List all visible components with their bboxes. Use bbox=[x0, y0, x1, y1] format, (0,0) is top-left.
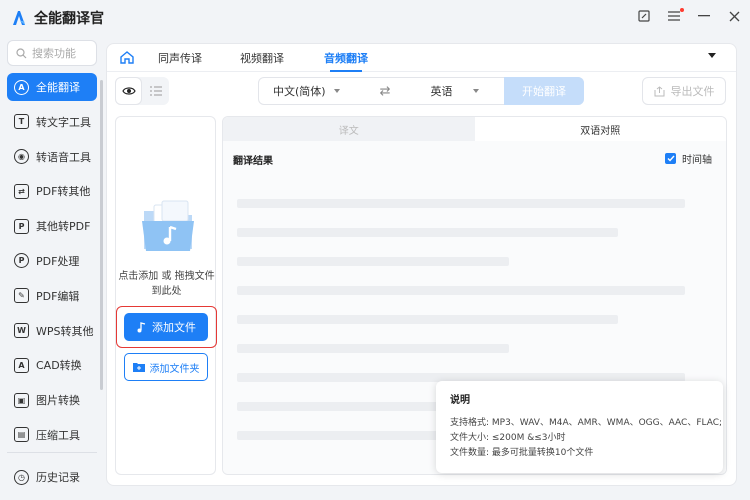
audio-folder-icon bbox=[140, 199, 196, 253]
music-note-icon bbox=[137, 321, 146, 332]
tab-audio[interactable]: 音频翻译 bbox=[324, 44, 368, 72]
wps-icon: W bbox=[14, 323, 29, 339]
placeholder-line bbox=[237, 286, 685, 295]
info-count: 文件数量: 最多可批量转换10个文件 bbox=[450, 448, 594, 458]
eye-icon[interactable] bbox=[115, 77, 142, 105]
sidebar: 搜索功能 A 全能翻译 T 转文字工具 ◉ 转语音工具 ⇄ PDF转其他 P 其他转PDF… bbox=[0, 36, 104, 500]
sidebar-item-to-speech[interactable]: ◉ 转语音工具 bbox=[7, 143, 97, 171]
sidebar-item-compress[interactable]: ▤ 压缩工具 bbox=[7, 421, 97, 449]
menu-icon[interactable] bbox=[666, 8, 684, 24]
tab-simultaneous[interactable]: 同声传译 bbox=[158, 44, 202, 72]
info-title: 说明 bbox=[450, 395, 470, 406]
chevron-down-icon bbox=[472, 89, 479, 93]
placeholder-line bbox=[237, 344, 509, 353]
pdf-convert-icon: ⇄ bbox=[14, 183, 29, 199]
drop-hint: 点击添加 或 拖拽文件 到此处 bbox=[118, 271, 215, 297]
tab-bar: 同声传译 视频翻译 音频翻译 bbox=[107, 44, 736, 72]
placeholder-line bbox=[237, 315, 618, 324]
notification-dot bbox=[680, 8, 684, 12]
timeline-checkbox[interactable]: 时间轴 bbox=[665, 151, 712, 166]
image-icon: ▣ bbox=[14, 392, 29, 408]
search-icon bbox=[16, 47, 27, 58]
pdf-edit-icon: ✎ bbox=[14, 288, 29, 304]
translate-icon: A bbox=[14, 79, 29, 95]
cad-icon: A bbox=[14, 357, 29, 373]
to-pdf-icon: P bbox=[14, 218, 29, 234]
home-icon[interactable] bbox=[120, 51, 134, 65]
sidebar-scrollbar[interactable] bbox=[100, 80, 103, 390]
info-formats: 支持格式: MP3、WAV、M4A、AMR、WMA、OGG、AAC、FLAC; bbox=[450, 418, 723, 428]
view-toggle bbox=[115, 77, 169, 105]
folder-plus-icon bbox=[132, 363, 145, 372]
speech-icon: ◉ bbox=[14, 149, 29, 165]
search-input[interactable]: 搜索功能 bbox=[7, 40, 97, 66]
chevron-down-icon bbox=[333, 89, 340, 93]
tab-video[interactable]: 视频翻译 bbox=[240, 44, 284, 72]
close-icon[interactable] bbox=[726, 8, 742, 24]
minimize-icon[interactable] bbox=[696, 8, 712, 24]
upload-panel[interactable]: 点击添加 或 拖拽文件 到此处 添加文件 添加文件夹 bbox=[115, 116, 217, 475]
export-button[interactable]: 导出文件 bbox=[642, 77, 726, 105]
sidebar-nav: A 全能翻译 T 转文字工具 ◉ 转语音工具 ⇄ PDF转其他 P 其他转PDF P PDF… bbox=[7, 73, 97, 456]
placeholder-line bbox=[237, 228, 618, 237]
sidebar-item-to-text[interactable]: T 转文字工具 bbox=[7, 108, 97, 136]
add-folder-button[interactable]: 添加文件夹 bbox=[124, 353, 208, 381]
result-tabs: 译文 双语对照 bbox=[223, 117, 726, 141]
pdf-process-icon: P bbox=[14, 253, 29, 269]
text-icon: T bbox=[14, 114, 29, 130]
sidebar-item-other-to-pdf[interactable]: P 其他转PDF bbox=[7, 212, 97, 240]
compress-icon: ▤ bbox=[14, 427, 29, 443]
sidebar-item-cad[interactable]: A CAD转换 bbox=[7, 351, 97, 379]
export-icon bbox=[654, 85, 664, 96]
sidebar-item-pdf-process[interactable]: P PDF处理 bbox=[7, 247, 97, 275]
swap-icon[interactable]: ⇄ bbox=[380, 84, 391, 99]
sidebar-item-pdf-edit[interactable]: ✎ PDF编辑 bbox=[7, 282, 97, 310]
history-button[interactable]: ◷ 历史记录 bbox=[14, 469, 80, 485]
placeholder-line bbox=[237, 199, 685, 208]
placeholder-line bbox=[237, 257, 509, 266]
sidebar-item-image[interactable]: ▣ 图片转换 bbox=[7, 386, 97, 414]
sidebar-divider bbox=[7, 452, 97, 453]
add-file-button[interactable]: 添加文件 bbox=[124, 313, 208, 341]
sidebar-item-wps-to-other[interactable]: W WPS转其他 bbox=[7, 317, 97, 345]
title-bar: 全能翻译官 bbox=[0, 0, 750, 36]
tabs-dropdown-icon[interactable] bbox=[708, 53, 716, 58]
history-icon: ◷ bbox=[14, 469, 29, 485]
start-translate-button[interactable]: 开始翻译 bbox=[504, 77, 584, 105]
info-popover: 说明 支持格式: MP3、WAV、M4A、AMR、WMA、OGG、AAC、FLA… bbox=[436, 381, 723, 473]
screenshot-icon[interactable] bbox=[636, 8, 652, 24]
source-language-select[interactable]: 中文(简体) bbox=[273, 83, 340, 99]
sidebar-item-pdf-to-other[interactable]: ⇄ PDF转其他 bbox=[7, 177, 97, 205]
app-logo-icon bbox=[10, 9, 28, 27]
list-icon[interactable] bbox=[142, 77, 169, 105]
tab-translation[interactable]: 译文 bbox=[223, 117, 475, 141]
checkbox-checked-icon bbox=[665, 153, 676, 164]
app-title: 全能翻译官 bbox=[34, 11, 104, 27]
info-size: 文件大小: ≤200M &≤3小时 bbox=[450, 433, 566, 443]
target-language-select[interactable]: 英语 bbox=[431, 83, 479, 99]
tab-bilingual[interactable]: 双语对照 bbox=[474, 117, 726, 141]
result-title: 翻译结果 bbox=[233, 156, 273, 167]
sidebar-item-all-translate[interactable]: A 全能翻译 bbox=[7, 73, 97, 101]
